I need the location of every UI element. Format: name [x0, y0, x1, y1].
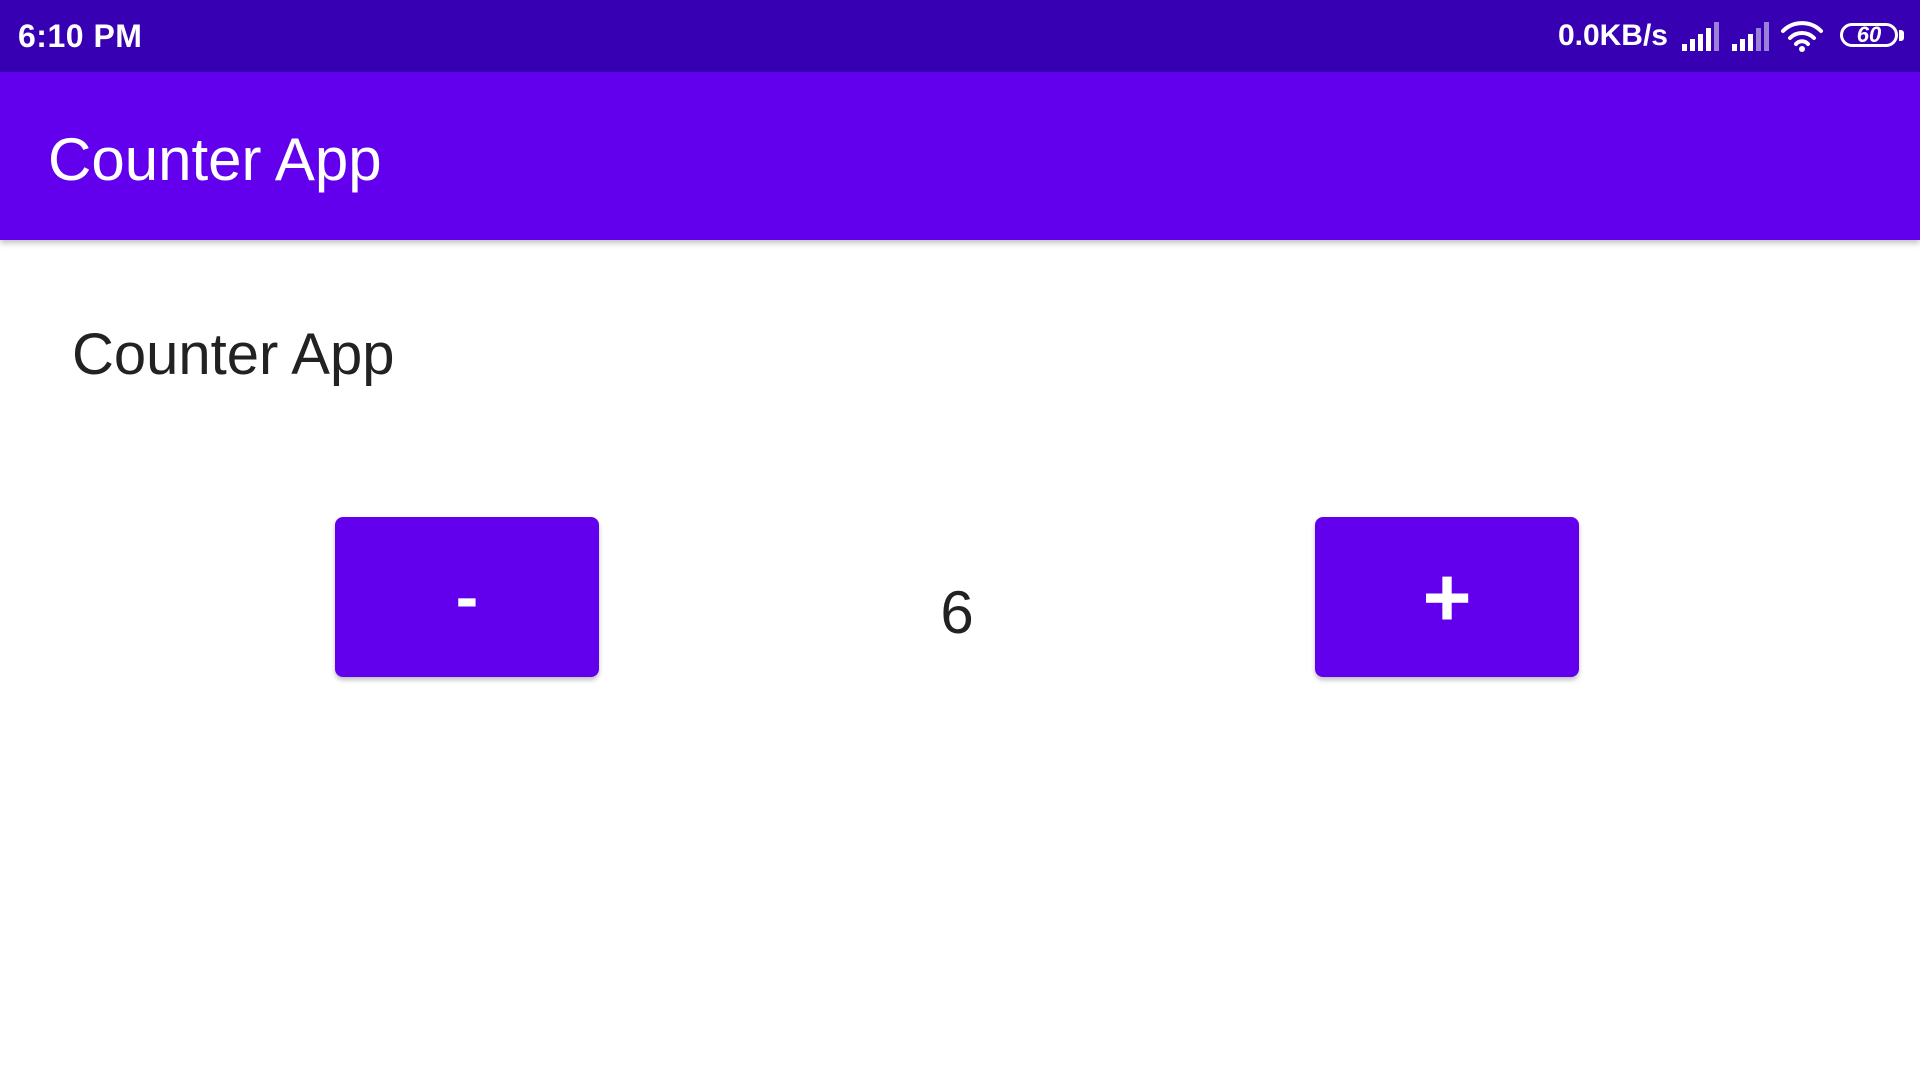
- page-heading: Counter App: [72, 322, 395, 387]
- signal-strength-icon: [1680, 20, 1720, 52]
- increment-button[interactable]: +: [1315, 517, 1579, 677]
- signal-strength-icon: [1730, 20, 1770, 52]
- app-screen: 6:10 PM 0.0KB/s 60 Counter App Counter A…: [0, 0, 1920, 1080]
- app-bar: Counter App: [0, 72, 1920, 240]
- wifi-icon: [1780, 19, 1824, 53]
- status-time: 6:10 PM: [18, 18, 143, 54]
- decrement-button[interactable]: -: [335, 517, 599, 677]
- status-bar: 6:10 PM 0.0KB/s 60: [0, 0, 1920, 72]
- battery-level: 60: [1856, 22, 1882, 47]
- status-indicators: 0.0KB/s 60: [1558, 16, 1904, 56]
- network-speed: 0.0KB/s: [1557, 19, 1668, 52]
- app-bar-title: Counter App: [48, 126, 382, 193]
- battery-icon: 60: [1840, 21, 1904, 51]
- counter-value: 6: [940, 579, 974, 646]
